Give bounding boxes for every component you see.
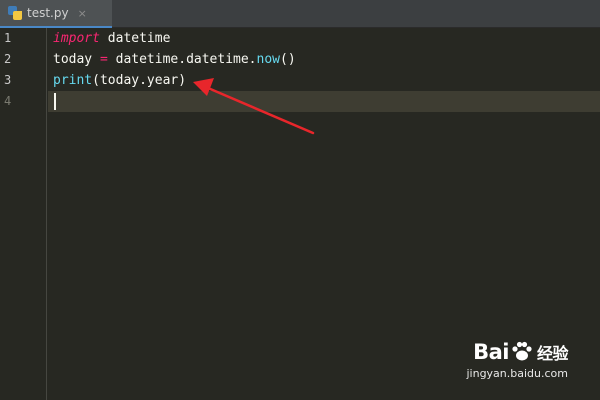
code-line-1[interactable]: import datetime bbox=[53, 28, 170, 49]
code-line-2[interactable]: today = datetime.datetime.now() bbox=[53, 49, 296, 70]
line-number-3: 3 bbox=[4, 73, 12, 87]
close-icon[interactable]: × bbox=[78, 7, 87, 20]
import-keyword: import bbox=[53, 31, 100, 46]
variable-today: today bbox=[53, 52, 100, 67]
ide-window: test.py × 1 2 3 4 import datetime today … bbox=[0, 0, 600, 400]
watermark-brand-left: Bai bbox=[473, 340, 509, 364]
watermark-url: jingyan.baidu.com bbox=[466, 367, 568, 380]
call-parens: () bbox=[280, 52, 296, 67]
assign-operator: = bbox=[99, 52, 108, 67]
tab-test-py[interactable]: test.py × bbox=[0, 0, 112, 28]
line-number-4: 4 bbox=[4, 94, 12, 108]
print-builtin: print bbox=[53, 73, 93, 88]
baidu-jingyan-watermark: Bai 经验 jingyan.baidu.com bbox=[456, 340, 568, 386]
paw-icon bbox=[512, 341, 532, 361]
now-call: now bbox=[256, 52, 280, 67]
module-name: datetime bbox=[99, 31, 171, 46]
watermark-logo: Bai 经验 bbox=[473, 340, 568, 364]
current-line-highlight bbox=[48, 91, 600, 112]
tab-filename: test.py bbox=[27, 6, 69, 20]
datetime-ref: datetime.datetime. bbox=[107, 52, 257, 67]
line-number-1: 1 bbox=[4, 31, 12, 45]
print-args: (today.year) bbox=[92, 73, 187, 88]
line-number-gutter: 1 2 3 4 bbox=[0, 28, 47, 400]
watermark-brand-right: 经验 bbox=[536, 344, 569, 363]
text-caret bbox=[54, 93, 56, 110]
line-number-2: 2 bbox=[4, 52, 12, 66]
python-file-icon bbox=[8, 6, 22, 20]
code-line-3[interactable]: print(today.year) bbox=[53, 70, 186, 91]
editor-tab-bar: test.py × bbox=[0, 0, 600, 28]
